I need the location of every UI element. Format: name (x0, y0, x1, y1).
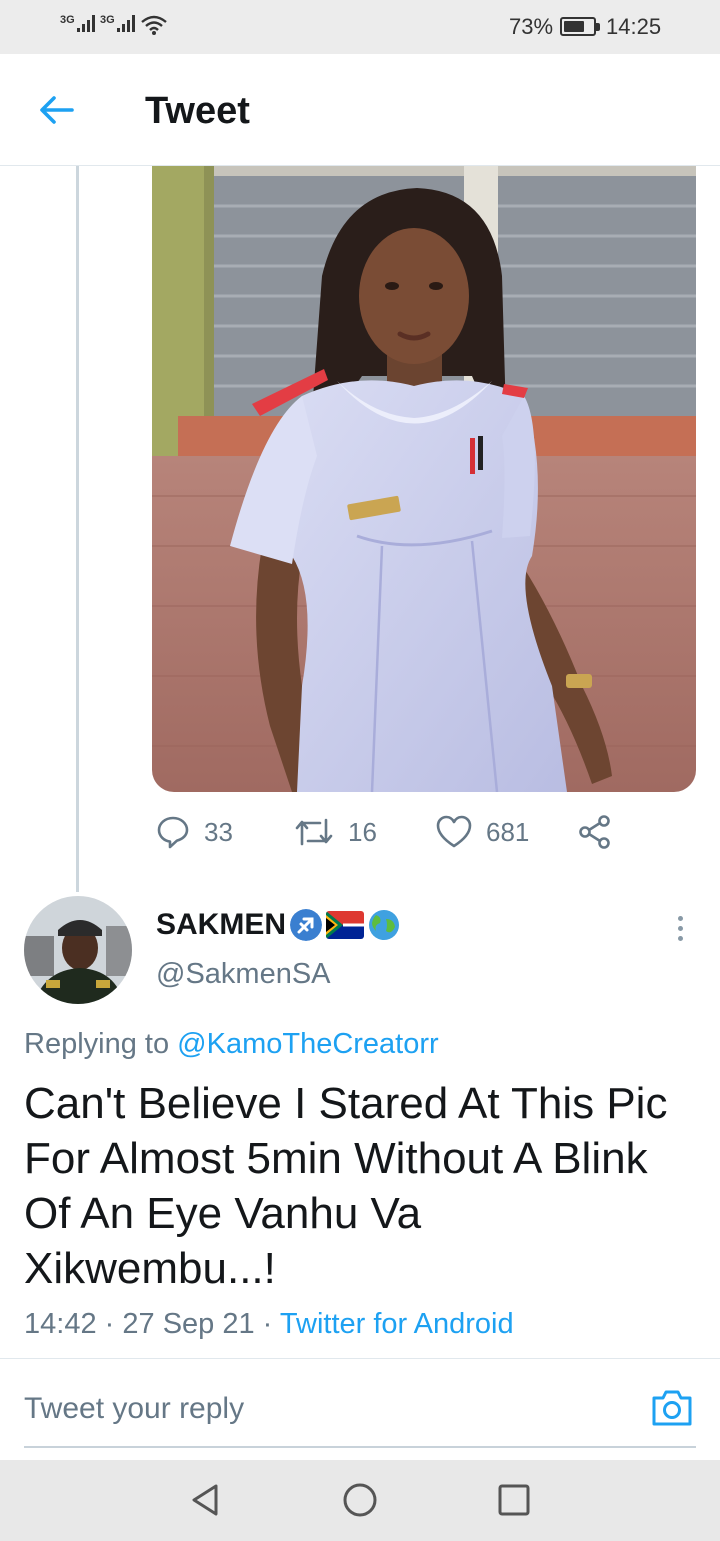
nav-recents-icon[interactable] (494, 1480, 534, 1520)
replying-prefix: Replying to (24, 1028, 170, 1060)
signal-1-icon: 3G (60, 14, 95, 32)
share-action[interactable] (578, 806, 612, 858)
retweet-action[interactable]: 16 (294, 806, 377, 858)
like-action[interactable]: 681 (436, 806, 529, 858)
divider (0, 1358, 720, 1359)
nav-back-icon[interactable] (186, 1480, 226, 1520)
thread-line (76, 166, 79, 892)
system-nav-bar (0, 1460, 720, 1541)
tweet-metadata: 14:42 · 27 Sep 21 · Twitter for Android (24, 1308, 514, 1341)
meta-separator: · (104, 1308, 115, 1340)
tweet-time: 14:42 (24, 1308, 97, 1340)
reply-input[interactable]: Tweet your reply (24, 1392, 244, 1426)
tweet-text: Can't Believe I Stared At This Pic For A… (24, 1079, 668, 1293)
back-button[interactable] (30, 86, 82, 134)
sagittarius-icon (290, 909, 323, 941)
arrow-left-icon (40, 96, 74, 124)
tweet-action-bar: 33 16 681 (0, 806, 720, 858)
globe-icon (369, 910, 400, 940)
camera-icon (652, 1390, 692, 1426)
status-bar: 3G 3G 73% 14:25 (0, 0, 720, 54)
share-icon (579, 815, 610, 849)
tweet-photo[interactable] (152, 166, 696, 792)
display-name-text: SAKMEN (156, 908, 287, 941)
avatar-image (24, 896, 132, 1004)
user-display-name[interactable]: SAKMEN (156, 908, 400, 942)
page-title: Tweet (145, 90, 250, 132)
signal-1-label: 3G (60, 14, 75, 26)
more-options-button[interactable] (664, 910, 696, 946)
app-header: Tweet (0, 54, 720, 166)
photo-illustration (152, 166, 696, 792)
avatar[interactable] (24, 896, 132, 1004)
signal-2-label: 3G (100, 14, 115, 26)
user-handle[interactable]: @SakmenSA (156, 958, 331, 991)
replying-to-link[interactable]: @KamoTheCreatorr (177, 1028, 439, 1060)
tweet-date: 27 Sep 21 (122, 1308, 255, 1340)
battery-percent: 73% (509, 14, 554, 39)
replying-to: Replying to @KamoTheCreatorr (24, 1028, 439, 1061)
reply-input-underline (24, 1446, 696, 1448)
reply-count: 33 (204, 816, 233, 847)
heart-icon (436, 815, 472, 848)
battery-icon (560, 17, 600, 36)
tweet-source-link[interactable]: Twitter for Android (280, 1308, 514, 1340)
camera-button[interactable] (650, 1388, 694, 1428)
status-time: 14:25 (606, 14, 662, 39)
retweet-icon (295, 818, 333, 846)
retweet-count: 16 (348, 816, 377, 847)
meta-separator: · (262, 1308, 273, 1340)
wifi-icon (141, 15, 167, 35)
south-africa-flag-icon (326, 911, 365, 939)
nav-home-icon[interactable] (340, 1480, 380, 1520)
like-count: 681 (486, 816, 530, 847)
reply-action[interactable]: 33 (156, 806, 233, 858)
signal-2-icon: 3G (100, 14, 135, 32)
reply-icon (157, 816, 189, 849)
